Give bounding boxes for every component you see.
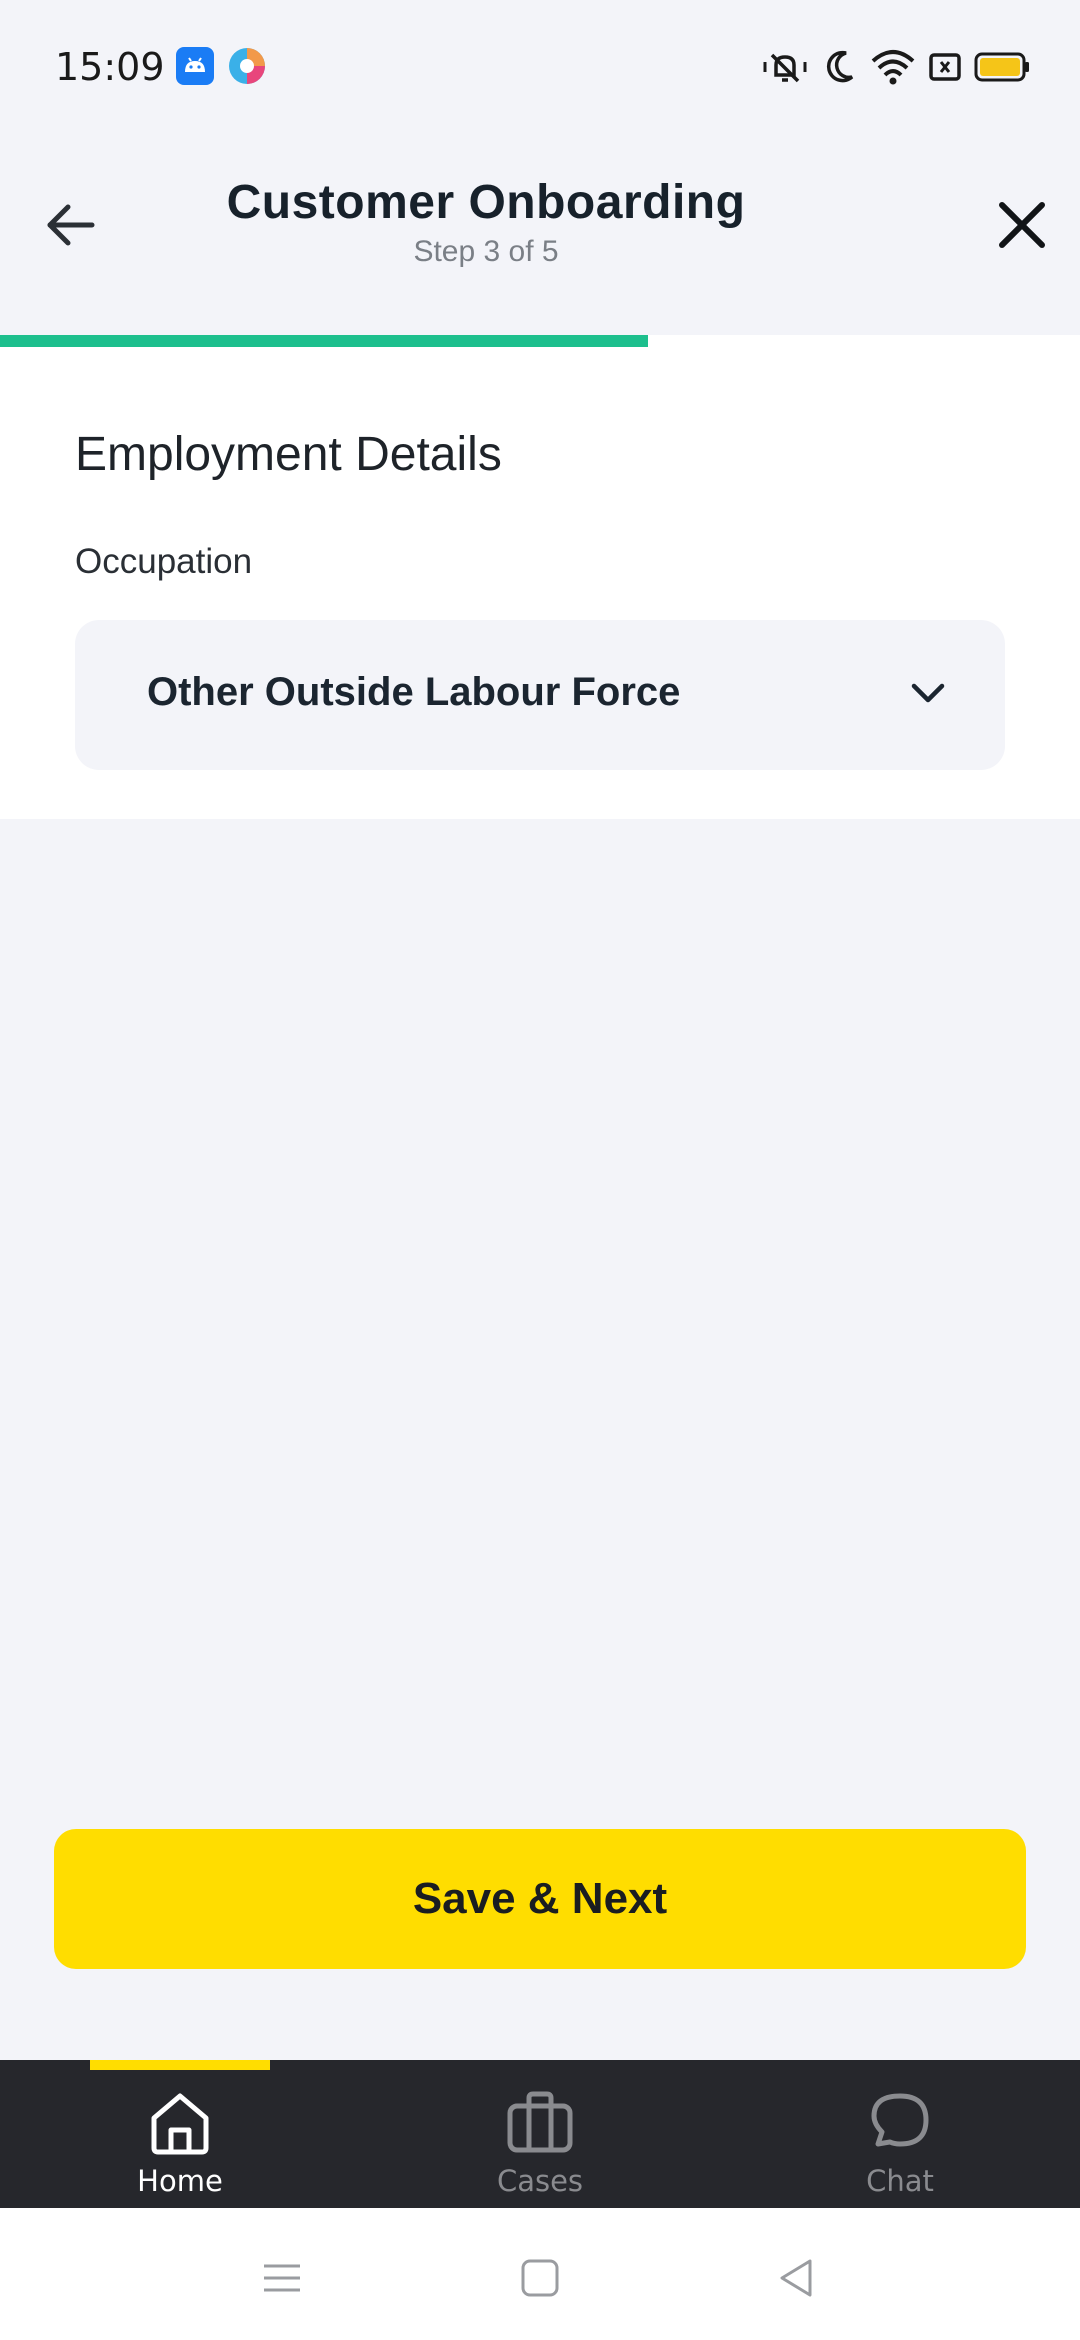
system-nav-bar	[0, 2208, 1080, 2340]
section-title: Employment Details	[75, 428, 502, 481]
browser-app-icon	[229, 48, 265, 84]
home-icon	[151, 2093, 209, 2155]
nav-item-home[interactable]: Home	[80, 2086, 280, 2204]
form-card: Employment Details Occupation Other Outs…	[0, 347, 1080, 819]
wifi-icon	[871, 50, 915, 85]
status-time: 15:09	[55, 45, 165, 89]
progress-bar	[0, 335, 1080, 347]
chevron-down-icon	[911, 683, 945, 703]
occupation-select[interactable]: Other Outside Labour Force	[75, 620, 1005, 770]
save-next-button[interactable]: Save & Next	[54, 1829, 1026, 1969]
moon-icon	[826, 50, 854, 83]
briefcase-icon	[507, 2091, 573, 2153]
active-tab-indicator	[90, 2060, 270, 2070]
nav-label-cases: Cases	[496, 2164, 584, 2198]
close-button[interactable]	[982, 185, 1062, 265]
close-icon	[999, 202, 1045, 248]
nav-label-home: Home	[137, 2164, 223, 2198]
occupation-label: Occupation	[75, 542, 253, 581]
header: Customer Onboarding Step 3 of 5	[0, 135, 1080, 335]
nav-item-cases[interactable]: Cases	[440, 2086, 640, 2204]
home-square-icon	[521, 2259, 559, 2297]
system-back-button[interactable]	[766, 2248, 826, 2308]
nav-item-chat[interactable]: Chat	[800, 2086, 1000, 2204]
status-bar: 15:09	[0, 0, 1080, 135]
progress-fill	[0, 335, 648, 347]
back-triangle-icon	[780, 2259, 812, 2297]
bottom-nav: Home Cases Chat	[0, 2060, 1080, 2208]
step-indicator: Step 3 of 5	[413, 235, 559, 268]
chat-bubble-icon	[871, 2093, 929, 2147]
vibrate-mute-icon	[763, 53, 807, 83]
sim-card-icon	[929, 53, 961, 81]
menu-icon	[264, 2264, 300, 2292]
battery-icon	[974, 52, 1029, 82]
nav-label-chat: Chat	[866, 2164, 934, 2198]
page-title: Customer Onboarding	[226, 176, 746, 229]
system-home-button[interactable]	[510, 2248, 570, 2308]
occupation-value: Other Outside Labour Force	[147, 670, 681, 714]
android-icon	[176, 47, 214, 85]
system-menu-button[interactable]	[252, 2248, 312, 2308]
